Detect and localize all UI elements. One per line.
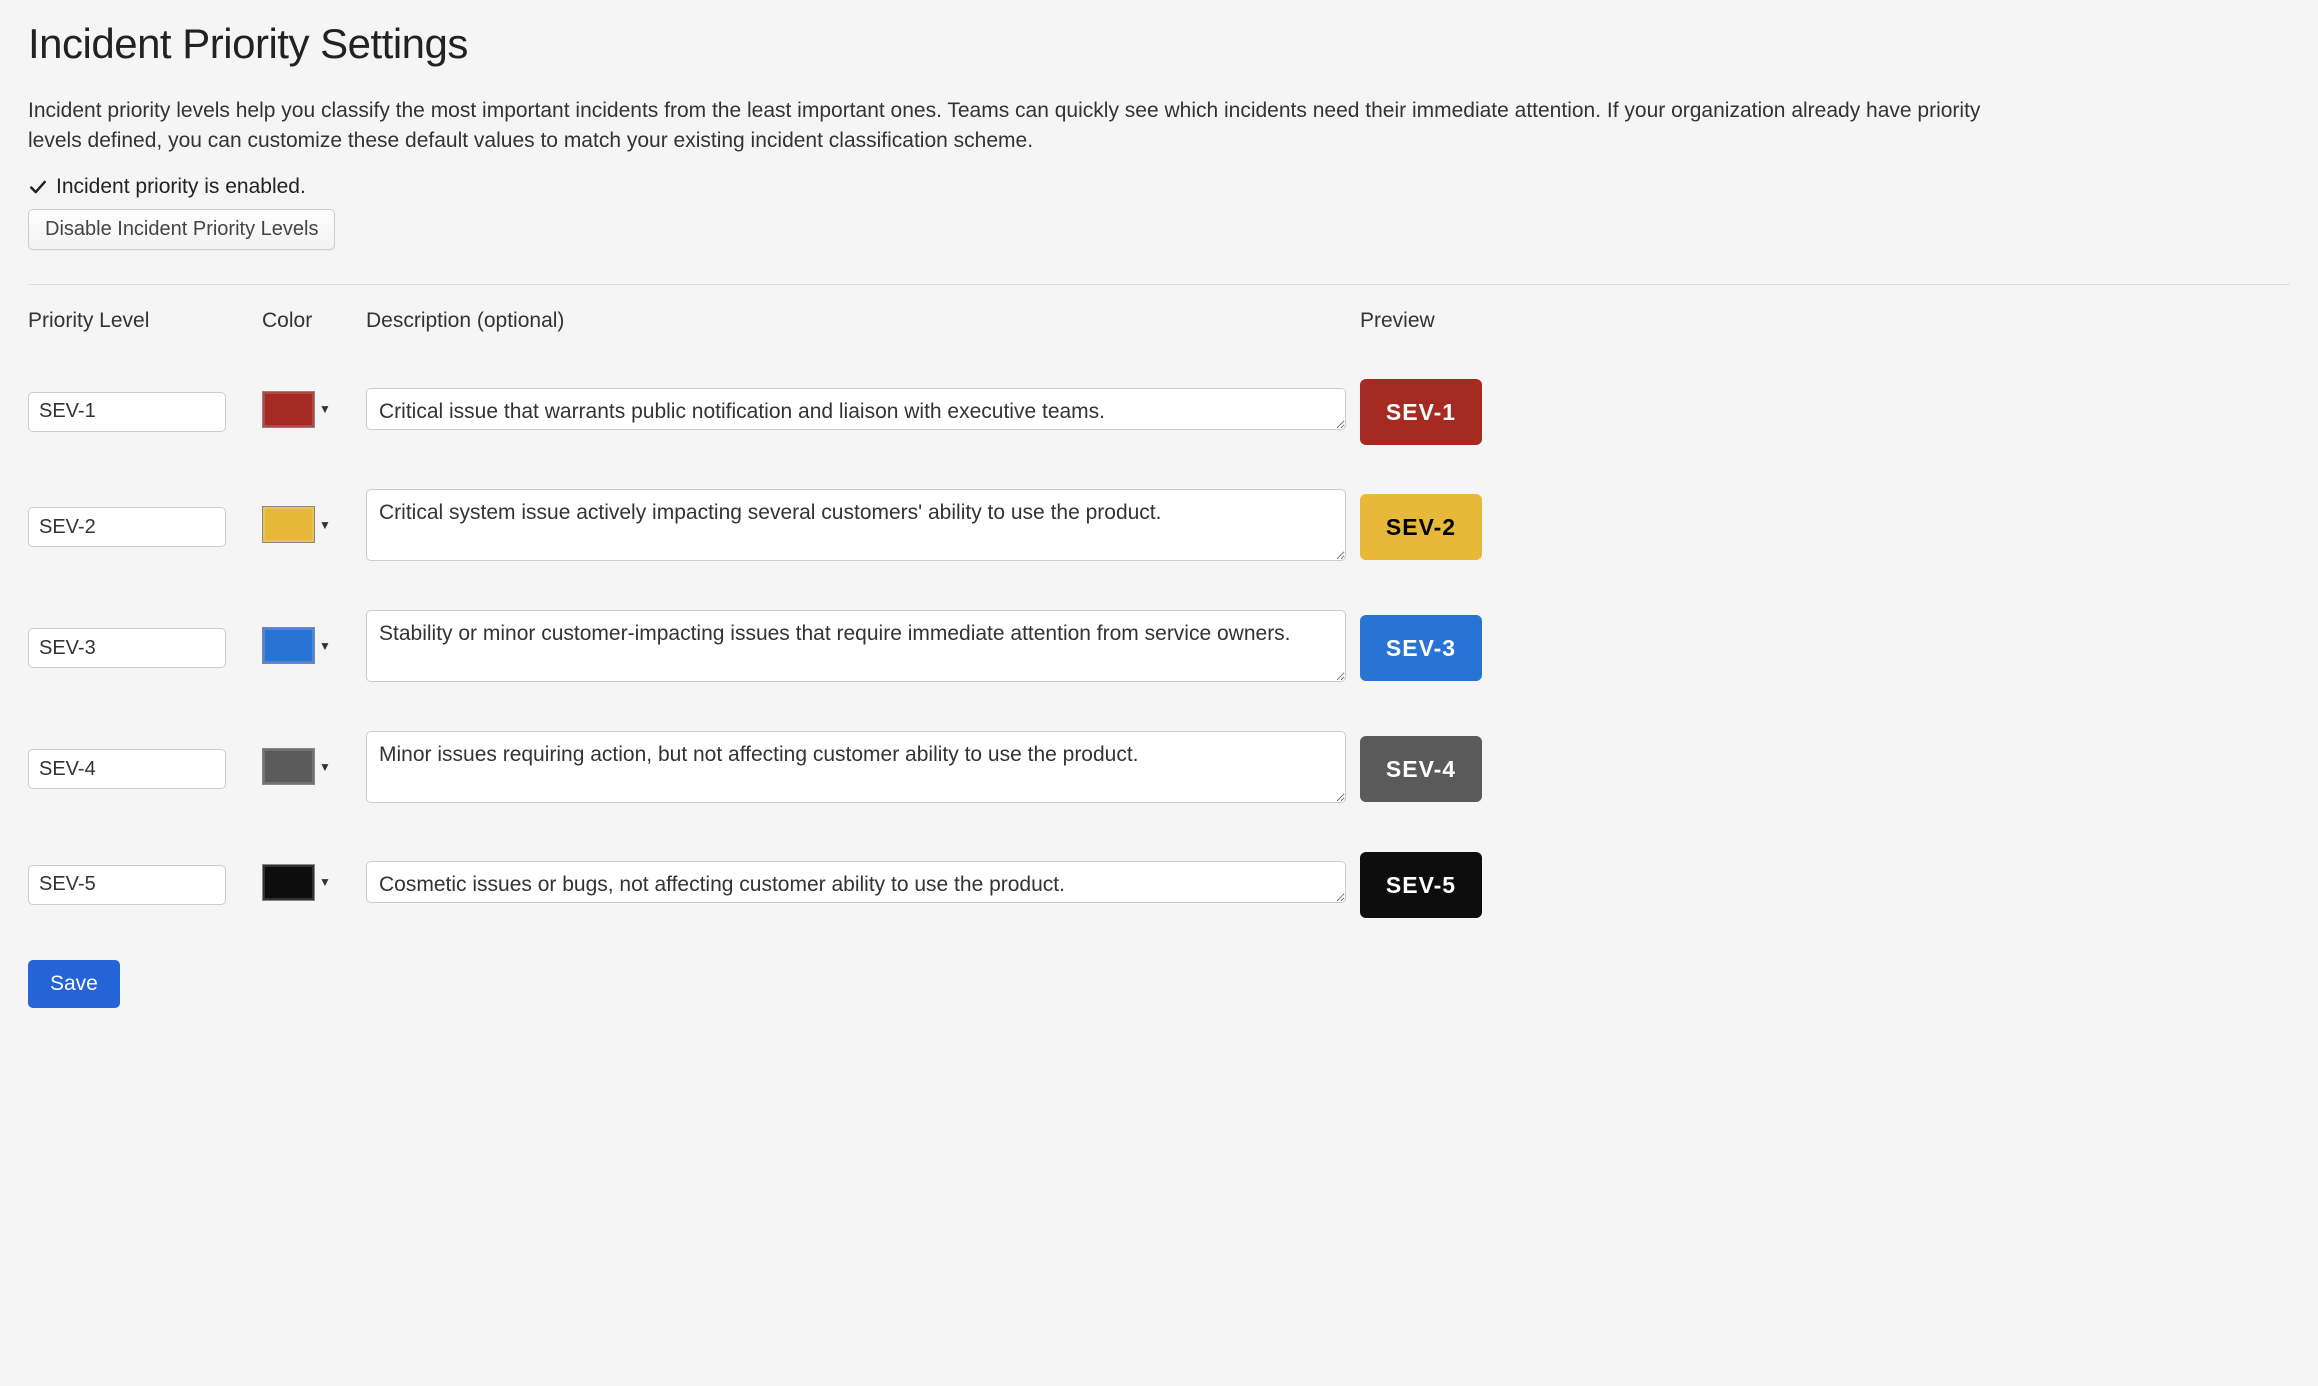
color-swatch: [262, 748, 315, 785]
col-header-preview: Preview: [1360, 309, 1500, 335]
priority-preview-badge: SEV-5: [1360, 852, 1482, 918]
color-picker[interactable]: ▼: [262, 748, 331, 785]
priority-description-input[interactable]: [366, 610, 1346, 682]
priority-name-input[interactable]: [28, 507, 226, 547]
priority-name-input[interactable]: [28, 749, 226, 789]
priority-table: Priority Level Color Description (option…: [28, 309, 2290, 918]
priority-name-input[interactable]: [28, 392, 226, 432]
color-swatch: [262, 506, 315, 543]
chevron-down-icon: ▼: [319, 639, 331, 653]
status-row: Incident priority is enabled.: [28, 175, 2290, 199]
priority-preview-badge: SEV-4: [1360, 736, 1482, 802]
chevron-down-icon: ▼: [319, 518, 331, 532]
divider: [28, 284, 2290, 285]
status-text: Incident priority is enabled.: [56, 175, 306, 199]
col-header-color: Color: [262, 309, 352, 335]
check-icon: [28, 177, 48, 197]
chevron-down-icon: ▼: [319, 760, 331, 774]
color-picker[interactable]: ▼: [262, 627, 331, 664]
priority-name-input[interactable]: [28, 865, 226, 905]
priority-preview-badge: SEV-2: [1360, 494, 1482, 560]
chevron-down-icon: ▼: [319, 875, 331, 889]
priority-name-input[interactable]: [28, 628, 226, 668]
disable-priority-button[interactable]: Disable Incident Priority Levels: [28, 209, 335, 250]
priority-description-input[interactable]: [366, 489, 1346, 561]
color-picker[interactable]: ▼: [262, 391, 331, 428]
priority-description-input[interactable]: [366, 731, 1346, 803]
page-title: Incident Priority Settings: [28, 20, 2290, 68]
col-header-description: Description (optional): [366, 309, 1346, 335]
color-swatch: [262, 627, 315, 664]
color-swatch: [262, 391, 315, 428]
color-swatch: [262, 864, 315, 901]
chevron-down-icon: ▼: [319, 402, 331, 416]
priority-preview-badge: SEV-3: [1360, 615, 1482, 681]
color-picker[interactable]: ▼: [262, 506, 331, 543]
save-button[interactable]: Save: [28, 960, 120, 1008]
color-picker[interactable]: ▼: [262, 864, 331, 901]
col-header-name: Priority Level: [28, 309, 248, 335]
intro-text: Incident priority levels help you classi…: [28, 96, 2028, 157]
priority-description-input[interactable]: [366, 388, 1346, 430]
priority-preview-badge: SEV-1: [1360, 379, 1482, 445]
priority-description-input[interactable]: [366, 861, 1346, 903]
